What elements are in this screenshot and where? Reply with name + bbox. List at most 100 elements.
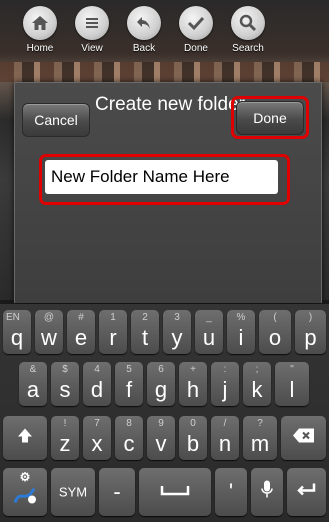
space-key[interactable] bbox=[139, 468, 211, 516]
back-label: Back bbox=[132, 43, 156, 54]
key-k[interactable]: ; k bbox=[243, 362, 271, 406]
checkmark-icon bbox=[179, 6, 213, 40]
key-s-label: s bbox=[59, 377, 71, 402]
key-y[interactable]: 3 y bbox=[163, 310, 191, 354]
key-w-label: w bbox=[41, 325, 57, 350]
folder-name-input-highlight bbox=[39, 154, 290, 205]
key-p-alt: ) bbox=[308, 312, 313, 323]
key-j[interactable]: : j bbox=[211, 362, 239, 406]
key-y-alt: 3 bbox=[174, 312, 180, 323]
backspace-icon bbox=[281, 428, 326, 449]
dash-key-label: - bbox=[113, 479, 121, 504]
apostrophe-key[interactable]: ' bbox=[215, 468, 247, 516]
soft-keyboard: EN q @ w # e 1 r 2 t 3 y _ u % i ( o ) p… bbox=[0, 304, 329, 522]
key-f-alt: 5 bbox=[126, 364, 132, 375]
background-photo-strip bbox=[0, 62, 329, 82]
shift-key[interactable] bbox=[3, 416, 47, 460]
key-t-alt: 2 bbox=[142, 312, 148, 323]
key-w[interactable]: @ w bbox=[35, 310, 63, 354]
key-e[interactable]: # e bbox=[67, 310, 95, 354]
key-v-alt: 9 bbox=[158, 418, 164, 429]
key-n-alt: / bbox=[223, 418, 227, 429]
home-button[interactable]: Home bbox=[14, 6, 66, 62]
list-icon bbox=[75, 6, 109, 40]
space-icon bbox=[139, 483, 211, 501]
search-icon bbox=[231, 6, 265, 40]
cancel-button[interactable]: Cancel bbox=[22, 103, 90, 137]
key-g-alt: 6 bbox=[158, 364, 164, 375]
key-j-label: j bbox=[222, 377, 228, 402]
key-y-label: y bbox=[171, 325, 183, 350]
done-button-highlight bbox=[231, 96, 309, 139]
key-p[interactable]: ) p bbox=[295, 310, 326, 354]
back-arrow-icon bbox=[127, 6, 161, 40]
apostrophe-key-label: ' bbox=[228, 479, 234, 504]
sym-key-label: SYM bbox=[58, 484, 88, 500]
key-c[interactable]: 8 c bbox=[115, 416, 143, 460]
create-folder-dialog: Create new folder Cancel Done New Folder… bbox=[14, 82, 322, 303]
enter-key[interactable] bbox=[287, 468, 326, 516]
key-l[interactable]: " l bbox=[275, 362, 309, 406]
key-t[interactable]: 2 t bbox=[131, 310, 159, 354]
key-x-alt: 7 bbox=[94, 418, 100, 429]
microphone-icon bbox=[251, 480, 283, 505]
view-label: View bbox=[81, 43, 103, 54]
top-toolbar: Home View Back Done Search bbox=[0, 0, 329, 64]
enter-arrow-icon bbox=[287, 482, 326, 503]
key-z-label: z bbox=[59, 431, 71, 456]
backspace-key[interactable] bbox=[281, 416, 326, 460]
key-u-alt: _ bbox=[206, 312, 212, 323]
key-a-alt: & bbox=[29, 364, 37, 375]
key-i-alt: % bbox=[236, 312, 246, 323]
done-toolbar-label: Done bbox=[184, 43, 208, 54]
key-r[interactable]: 1 r bbox=[99, 310, 127, 354]
key-u-label: u bbox=[202, 325, 216, 350]
key-e-alt: # bbox=[78, 312, 84, 323]
key-h-alt: + bbox=[190, 364, 196, 375]
key-w-alt: @ bbox=[43, 312, 55, 323]
key-l-alt: " bbox=[290, 364, 294, 375]
key-m[interactable]: ? m bbox=[243, 416, 277, 460]
key-i[interactable]: % i bbox=[227, 310, 255, 354]
key-h-label: h bbox=[186, 377, 200, 402]
key-x[interactable]: 7 x bbox=[83, 416, 111, 460]
key-v[interactable]: 9 v bbox=[147, 416, 175, 460]
key-u[interactable]: _ u bbox=[195, 310, 223, 354]
key-a[interactable]: & a bbox=[19, 362, 47, 406]
done-toolbar-button[interactable]: Done bbox=[170, 6, 222, 62]
key-q-alt: EN bbox=[6, 312, 20, 323]
key-n[interactable]: / n bbox=[211, 416, 239, 460]
key-o[interactable]: ( o bbox=[259, 310, 291, 354]
key-d[interactable]: 4 d bbox=[83, 362, 111, 406]
key-o-alt: ( bbox=[273, 312, 277, 323]
key-m-alt: ? bbox=[257, 418, 263, 429]
key-h[interactable]: + h bbox=[179, 362, 207, 406]
back-button[interactable]: Back bbox=[118, 6, 170, 62]
key-v-label: v bbox=[155, 431, 167, 456]
home-label: Home bbox=[26, 43, 54, 54]
key-d-alt: 4 bbox=[94, 364, 100, 375]
key-z[interactable]: ! z bbox=[51, 416, 79, 460]
dash-key[interactable]: - bbox=[99, 468, 135, 516]
key-q[interactable]: EN q bbox=[3, 310, 31, 354]
key-s[interactable]: $ s bbox=[51, 362, 79, 406]
key-f[interactable]: 5 f bbox=[115, 362, 143, 406]
key-r-alt: 1 bbox=[110, 312, 116, 323]
voice-input-key[interactable] bbox=[251, 468, 283, 516]
key-s-alt: $ bbox=[62, 364, 68, 375]
settings-icon: ⚙ bbox=[19, 470, 31, 484]
search-button[interactable]: Search bbox=[222, 6, 274, 62]
key-b[interactable]: 0 b bbox=[179, 416, 207, 460]
key-g[interactable]: 6 g bbox=[147, 362, 175, 406]
key-f-label: f bbox=[125, 377, 133, 402]
key-c-label: c bbox=[123, 431, 135, 456]
sym-key[interactable]: SYM bbox=[51, 468, 95, 516]
home-icon bbox=[23, 6, 57, 40]
settings-key[interactable]: ⚙ bbox=[3, 468, 47, 516]
key-r-label: r bbox=[109, 325, 117, 350]
key-i-label: i bbox=[238, 325, 244, 350]
key-b-label: b bbox=[186, 431, 200, 456]
key-j-alt: : bbox=[223, 364, 227, 375]
key-e-label: e bbox=[74, 325, 88, 350]
view-button[interactable]: View bbox=[66, 6, 118, 62]
